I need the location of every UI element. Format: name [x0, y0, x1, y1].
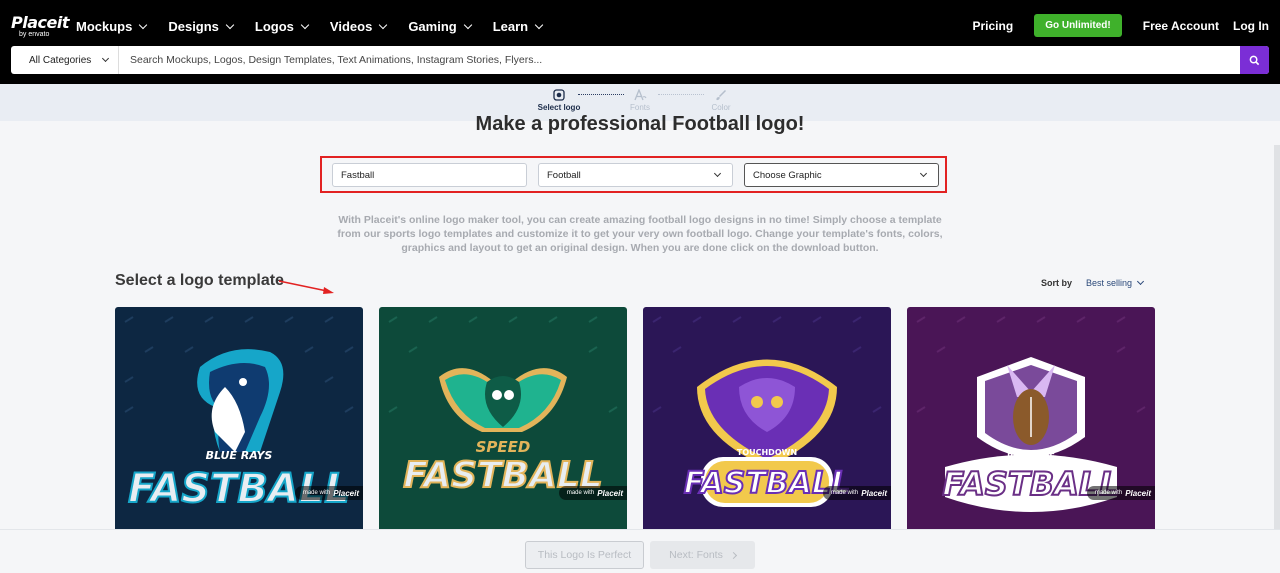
nav-label: Designs	[168, 18, 219, 34]
pricing-link[interactable]: Pricing	[973, 19, 1014, 33]
search-button[interactable]	[1240, 46, 1269, 74]
nav-logos[interactable]: Logos	[254, 17, 310, 35]
nav-videos[interactable]: Videos	[329, 17, 388, 35]
graphic-dropdown[interactable]: Choose Graphic	[744, 163, 939, 187]
logo-brand: Placeit	[11, 13, 69, 32]
watermark-prefix: made with	[1094, 490, 1123, 496]
category-value: Football	[547, 169, 581, 181]
watermark: made with Placeit	[822, 486, 891, 500]
placeit-logo[interactable]: Placeit by envato	[11, 15, 69, 39]
login-link[interactable]: Log In	[1233, 19, 1269, 33]
template-card[interactable]: BLUE RAYS FASTBALL made with Placeit	[115, 307, 363, 532]
logo-config-form: Fastball Football Choose Graphic	[320, 156, 947, 193]
nav-designs[interactable]: Designs	[168, 17, 235, 35]
nav-mockups[interactable]: Mockups	[76, 17, 148, 35]
chevron-down-icon	[919, 169, 928, 178]
go-unlimited-button[interactable]: Go Unlimited!	[1034, 14, 1122, 37]
category-dropdown[interactable]: Football	[538, 163, 733, 187]
step-select-logo[interactable]: Select logo	[529, 89, 589, 112]
search-input[interactable]	[119, 46, 1240, 74]
chevron-down-icon	[225, 20, 235, 29]
page-title: Make a professional Football logo!	[475, 113, 805, 135]
scrollbar[interactable]	[1274, 145, 1280, 545]
nav-label: Mockups	[76, 18, 133, 34]
nav-label: Videos	[329, 18, 373, 34]
watermark: made with Placeit	[1086, 486, 1155, 500]
template-card[interactable]: BOMBS OF FASTBALL made with Placeit	[907, 307, 1155, 532]
step-label: Select logo	[537, 103, 581, 112]
watermark: made with Placeit	[294, 486, 363, 500]
sort-label: Sort by	[1041, 278, 1073, 288]
main-content: Make a professional Football logo! Fastb…	[0, 113, 1280, 573]
chevron-right-icon	[729, 551, 737, 559]
search-bar: All Categories	[11, 46, 1269, 74]
graphic-value: Choose Graphic	[753, 169, 822, 181]
section-title: Select a logo template	[115, 272, 284, 289]
nav-gaming[interactable]: Gaming	[408, 17, 472, 35]
logo-sub: by envato	[19, 31, 50, 38]
logo-shape-icon	[553, 89, 565, 101]
watermark-prefix: made with	[830, 490, 859, 496]
nav-label: Gaming	[408, 18, 457, 34]
chevron-down-icon	[534, 20, 544, 29]
card-top-text: SPEED	[476, 438, 531, 456]
nav-label: Learn	[492, 18, 529, 34]
button-label: Next: Fonts	[669, 549, 723, 561]
watermark-prefix: made with	[302, 490, 331, 496]
watermark: made with Placeit	[558, 486, 627, 500]
brand-name-field[interactable]: Fastball	[332, 163, 527, 187]
logo-perfect-button[interactable]: This Logo Is Perfect	[525, 541, 644, 569]
template-card[interactable]: SPEED FASTBALL made with Placeit	[379, 307, 627, 532]
page-description: With Placeit's online logo maker tool, y…	[337, 214, 943, 254]
watermark-brand: Placeit	[861, 488, 887, 498]
top-navigation-bar: Placeit by envato Mockups Designs Logos …	[0, 0, 1280, 84]
search-icon	[1249, 55, 1260, 65]
chevron-down-icon	[379, 20, 388, 29]
chevron-down-icon	[102, 54, 110, 63]
chevron-down-icon	[713, 169, 722, 178]
category-label: All Categories	[29, 54, 92, 66]
chevron-down-icon	[300, 20, 310, 29]
font-icon	[634, 89, 647, 101]
step-label: Fonts	[629, 103, 650, 112]
brand-name-value: Fastball	[341, 169, 375, 181]
card-top-text: BLUE RAYS	[206, 449, 273, 462]
watermark-prefix: made with	[566, 490, 595, 496]
account-nav: Pricing Go Unlimited! Free Account Log I…	[973, 14, 1269, 37]
watermark-brand: Placeit	[597, 488, 623, 498]
next-fonts-button[interactable]: Next: Fonts	[650, 541, 755, 569]
free-account-link[interactable]: Free Account	[1143, 19, 1219, 33]
main-nav: Mockups Designs Logos Videos Gaming Lear…	[76, 17, 564, 35]
card-top-text: TOUCHDOWN	[737, 448, 797, 457]
watermark-brand: Placeit	[1125, 488, 1151, 498]
sort-control[interactable]: Sort by Best selling	[1041, 277, 1145, 288]
bottom-action-bar: This Logo Is Perfect Next: Fonts	[0, 529, 1280, 573]
brush-icon	[716, 89, 727, 101]
chevron-down-icon	[463, 20, 472, 29]
step-label: Color	[711, 103, 731, 112]
annotation-arrow-icon	[278, 280, 334, 294]
button-label: This Logo Is Perfect	[537, 549, 632, 561]
watermark-brand: Placeit	[333, 488, 359, 498]
sort-value: Best selling	[1086, 278, 1133, 288]
template-card[interactable]: TOUCHDOWN FASTBALL made with Placeit	[643, 307, 891, 532]
step-fonts[interactable]: Fonts	[610, 89, 670, 112]
nav-label: Logos	[254, 18, 294, 34]
category-select[interactable]: All Categories	[11, 46, 119, 74]
nav-learn[interactable]: Learn	[492, 17, 544, 35]
card-top-text: BOMBS OF	[1007, 452, 1055, 461]
chevron-down-icon	[1137, 277, 1145, 286]
chevron-down-icon	[139, 20, 148, 29]
step-color[interactable]: Color	[691, 89, 751, 112]
